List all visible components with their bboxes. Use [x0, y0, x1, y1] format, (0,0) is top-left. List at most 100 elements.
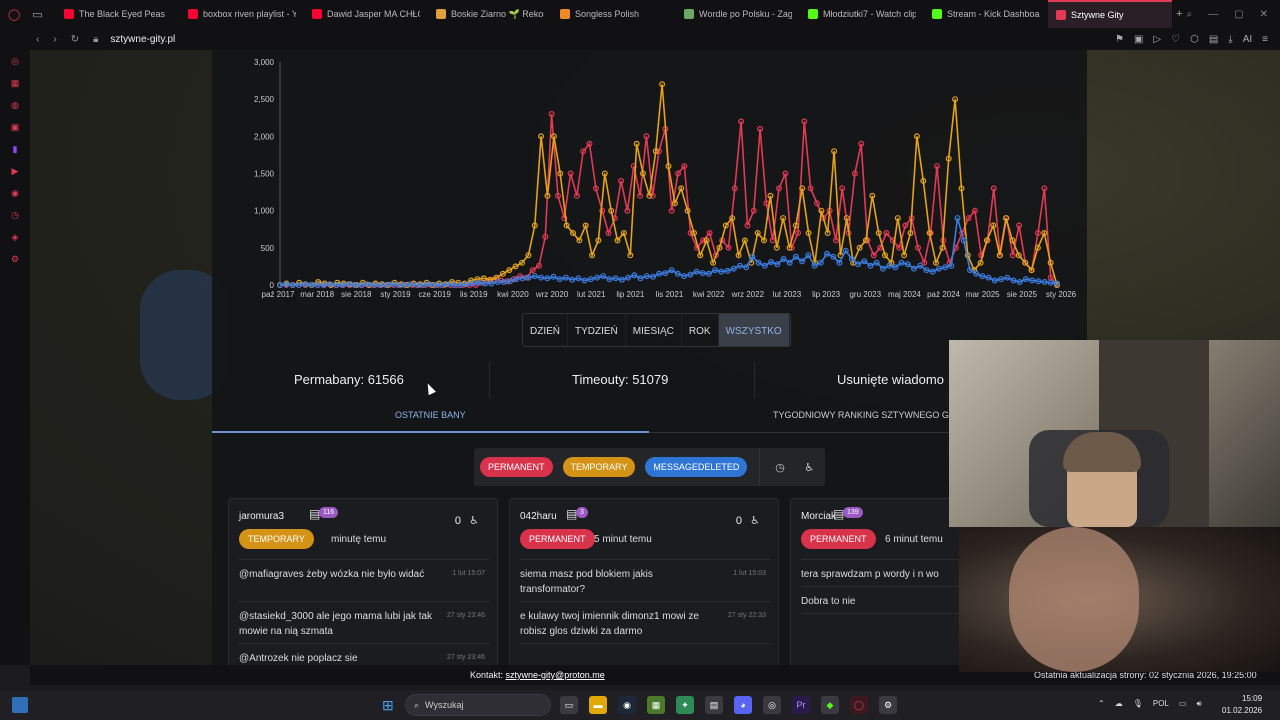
settings-icon[interactable]: ⚙: [0, 248, 30, 270]
easy-setup-icon[interactable]: ≡: [1262, 34, 1268, 45]
aria-icon[interactable]: ◎: [0, 50, 30, 72]
browser-tab[interactable]: Dawid Jasper MA CHŁOP: [304, 0, 428, 28]
tab-tygodniowy-ranking[interactable]: TYGODNIOWY RANKING SZTYWNEGO G: [773, 410, 949, 420]
history-icon[interactable]: ◷: [0, 204, 30, 226]
file-explorer-icon[interactable]: ▬: [589, 696, 607, 714]
system-tray: ⌃ ☁ 🎙︎ POL ▭ 🔊︎: [1098, 699, 1201, 709]
browser-tab[interactable]: The Black Eyed Peas: [56, 0, 180, 28]
app-gear-icon[interactable]: ⚙: [879, 696, 897, 714]
contact-label: Kontakt:: [470, 670, 504, 680]
filter-messagedeleted-button[interactable]: MESSAGEDELETED: [645, 457, 748, 477]
browser-tab[interactable]: Wordle po Polsku - Zagr: [676, 0, 800, 28]
bookmark-icon[interactable]: ⚑: [1115, 34, 1124, 45]
volume-icon[interactable]: 🔊︎: [1196, 699, 1201, 709]
range-button[interactable]: DZIEŃ: [523, 314, 568, 346]
range-button[interactable]: WSZYSTKO: [718, 314, 790, 346]
filter-permanent-button[interactable]: PERMANENT: [480, 457, 553, 477]
premiere-icon[interactable]: Pr: [792, 696, 810, 714]
workspaces-icon[interactable]: ▦: [0, 72, 30, 94]
chat-message: e kulawy twoj imiennik dimonz1 mowi ze r…: [520, 611, 699, 637]
range-button[interactable]: TYDZIEŃ: [568, 314, 626, 346]
download-icon[interactable]: ⤓: [1228, 34, 1232, 45]
obs-icon[interactable]: ◎: [763, 696, 781, 714]
ai-button[interactable]: AI: [1243, 34, 1252, 45]
ban-time-ago: minutę temu: [331, 534, 387, 545]
tabs: The Black Eyed Peas boxbox riven playlist…: [56, 0, 1172, 28]
browser-tab[interactable]: boxbox riven playlist - Yo: [180, 0, 304, 28]
ban-type-filters: PERMANENT TEMPORARY MESSAGEDELETED ◷ ♿︎: [474, 448, 825, 486]
card-score: 0: [454, 515, 461, 527]
address-bar: ‹ › ↻ 🔒︎ sztywne-gity.pl ⚑ ▣ ▷ ♡ ⬡ ▤ ⤓ A…: [0, 28, 1280, 50]
steam-icon[interactable]: ◉: [618, 696, 636, 714]
new-tab-button[interactable]: +: [1176, 8, 1182, 20]
url-field[interactable]: sztywne-gity.pl: [110, 34, 175, 45]
wheelchair-icon[interactable]: ♿︎: [800, 457, 819, 477]
extensions-icon[interactable]: ⬡: [1190, 34, 1199, 45]
messenger-icon[interactable]: ◍: [0, 94, 30, 116]
tray-expand-icon[interactable]: ⌃: [1098, 699, 1105, 709]
maximize-button[interactable]: ▢: [1234, 9, 1243, 20]
range-button[interactable]: MIESIĄC: [626, 314, 682, 346]
card-username[interactable]: Morciak: [801, 511, 836, 522]
app-cube-icon[interactable]: ◆: [821, 696, 839, 714]
message-count-badge: 3: [576, 507, 588, 518]
discord-icon[interactable]: ◕: [734, 696, 752, 714]
minimize-button[interactable]: —: [1208, 9, 1218, 20]
heart-icon[interactable]: ♡: [1171, 34, 1180, 45]
browser-tab[interactable]: Młodziutki7 - Watch clip: [800, 0, 924, 28]
app-grid-icon[interactable]: ▤: [705, 696, 723, 714]
close-button[interactable]: ✕: [1260, 9, 1268, 20]
snapshot-icon[interactable]: ▣: [1134, 34, 1143, 45]
taskbar-search[interactable]: ⌕ Wyszukaj: [405, 694, 551, 716]
video-face: [1009, 527, 1139, 672]
browser-tab[interactable]: Stream - Kick Dashboard: [924, 0, 1048, 28]
youtube-icon[interactable]: ▶: [0, 160, 30, 182]
tab-favicon-icon: [312, 9, 322, 19]
opera-logo-icon[interactable]: ◯: [8, 8, 20, 21]
wallet-icon[interactable]: ▤: [1209, 34, 1218, 45]
x-tick-label: sty 2026: [1046, 290, 1077, 299]
message-divider: [520, 643, 770, 644]
browser-tab[interactable]: Sztywne Gity: [1048, 0, 1172, 28]
y-tick-label: 2,500: [254, 95, 275, 104]
y-tick-label: 0: [270, 281, 275, 290]
streamer-webcam: [949, 340, 1280, 527]
browser-menu[interactable]: ◯ ▭: [0, 8, 56, 21]
opera-gx-icon[interactable]: ◯: [850, 696, 868, 714]
app-green-icon[interactable]: ✦: [676, 696, 694, 714]
widgets-icon[interactable]: [12, 697, 28, 713]
tab-islands-icon[interactable]: ▭: [32, 8, 42, 21]
reload-icon[interactable]: ↻: [71, 34, 79, 45]
ban-card[interactable]: jaromura3 ▤ 116 0 ♿︎ TEMPORARY minutę temu @maf…: [228, 498, 498, 665]
tab-ostatnie-bany[interactable]: OSTATNIE BANY: [395, 410, 466, 420]
search-tabs-icon[interactable]: ⌕: [1187, 9, 1193, 20]
wheelchair-icon[interactable]: ♿︎: [469, 514, 479, 527]
x-tick-label: wrz 2022: [731, 290, 765, 299]
player-sidebar-icon[interactable]: ◉: [0, 182, 30, 204]
tray-cloud-icon[interactable]: ☁: [1115, 699, 1123, 709]
twitch-icon[interactable]: ▮: [0, 138, 30, 160]
task-view-icon[interactable]: ▭: [560, 696, 578, 714]
wheelchair-icon[interactable]: ♿︎: [750, 514, 760, 527]
language-indicator[interactable]: POL: [1153, 699, 1169, 709]
instagram-icon[interactable]: ▣: [0, 116, 30, 138]
card-username[interactable]: jaromura3: [239, 511, 284, 522]
taskbar-clock[interactable]: 15:09 01.02.2026: [1222, 693, 1262, 717]
filter-temporary-button[interactable]: TEMPORARY: [562, 457, 636, 477]
windows-start-icon[interactable]: ⊞: [382, 697, 398, 713]
contact-email-link[interactable]: sztywne-gity@proton.me: [506, 670, 605, 680]
range-button[interactable]: ROK: [682, 314, 719, 346]
lock-icon[interactable]: 🔒︎: [93, 34, 98, 45]
forward-icon[interactable]: ›: [53, 34, 56, 45]
clock-icon[interactable]: ◷: [770, 457, 789, 477]
minecraft-icon[interactable]: ▦: [647, 696, 665, 714]
mic-icon[interactable]: 🎙︎: [1133, 699, 1143, 709]
browser-tab[interactable]: Boskie Ziarno 🌱 Rekord: [428, 0, 552, 28]
network-icon[interactable]: ▭: [1179, 699, 1187, 709]
back-icon[interactable]: ‹: [36, 34, 39, 45]
card-username[interactable]: 042haru: [520, 511, 557, 522]
pinboard-icon[interactable]: ◈: [0, 226, 30, 248]
browser-tab[interactable]: Songless Polish: [552, 0, 676, 28]
player-icon[interactable]: ▷: [1153, 34, 1161, 45]
ban-card[interactable]: 042haru ▤ 3 0 ♿︎ PERMANENT 5 minut temu siema m…: [509, 498, 779, 665]
